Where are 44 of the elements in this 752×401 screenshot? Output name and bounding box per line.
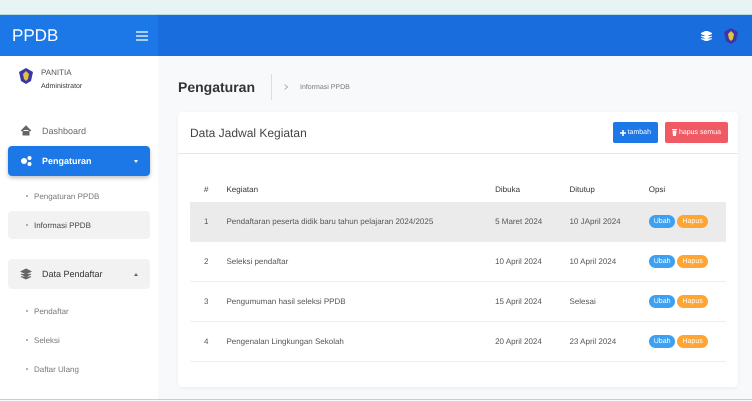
- column-header: Opsi: [634, 176, 726, 202]
- submenu-item[interactable]: Seleksi: [8, 326, 150, 354]
- table-cell: 1: [190, 202, 212, 242]
- emblem-icon[interactable]: [724, 28, 738, 44]
- table-cell: 5 Maret 2024: [481, 202, 556, 242]
- column-header: Ditutup: [555, 176, 635, 202]
- card-title: Data Jadwal Kegiatan: [190, 126, 308, 140]
- brand-title: PPDB: [12, 26, 58, 46]
- menu-item[interactable]: Dashboard: [8, 116, 150, 146]
- table-cell: 4: [190, 322, 212, 362]
- submenu-item[interactable]: Pengaturan PPDB: [8, 182, 150, 210]
- caret-icon: [134, 272, 138, 276]
- user-role: PANITIA: [41, 68, 73, 77]
- trash-icon: [672, 129, 677, 136]
- layers-icon: [20, 268, 32, 280]
- emblem-icon: [19, 68, 33, 84]
- table-cell: 23 April 2024: [555, 322, 635, 362]
- submenu-item[interactable]: Informasi PPDB: [8, 211, 150, 239]
- table-cell: 20 April 2024: [481, 322, 556, 362]
- menu-item[interactable]: Data Pendaftar: [8, 259, 150, 289]
- table-cell: 10 JApril 2024: [555, 202, 635, 242]
- column-header: Kegiatan: [212, 176, 482, 202]
- table-cell: Pendaftaran peserta didik baru tahun pelajaran 2024/2025: [212, 202, 482, 242]
- table-cell: 15 April 2024: [481, 282, 556, 322]
- column-header: Dibuka: [481, 176, 556, 202]
- table-cell: 10 April 2024: [481, 242, 556, 282]
- table-cell: Pengenalan Lingkungan Sekolah: [212, 322, 482, 362]
- caret-icon: [134, 160, 138, 162]
- table-cell: Seleksi pendaftar: [212, 242, 482, 282]
- page-title: Pengaturan: [178, 74, 272, 100]
- home-icon: [20, 125, 32, 137]
- menu-icon[interactable]: [136, 30, 148, 40]
- layers-icon[interactable]: [701, 30, 712, 40]
- table-cell: 2: [190, 242, 212, 282]
- menu-item[interactable]: Pengaturan: [8, 146, 150, 176]
- table-cell: 10 April 2024: [555, 242, 635, 282]
- table-cell: Selesai: [555, 282, 635, 322]
- submenu-item[interactable]: Pendaftar: [8, 297, 150, 325]
- plus-icon: [620, 130, 626, 136]
- table-cell: Pengumuman hasil seleksi PPDB: [212, 282, 482, 322]
- submenu-item[interactable]: Daftar Ulang: [8, 355, 150, 383]
- table-cell: 3: [190, 282, 212, 322]
- column-header: #: [190, 176, 212, 202]
- chevron-icon: [284, 84, 288, 90]
